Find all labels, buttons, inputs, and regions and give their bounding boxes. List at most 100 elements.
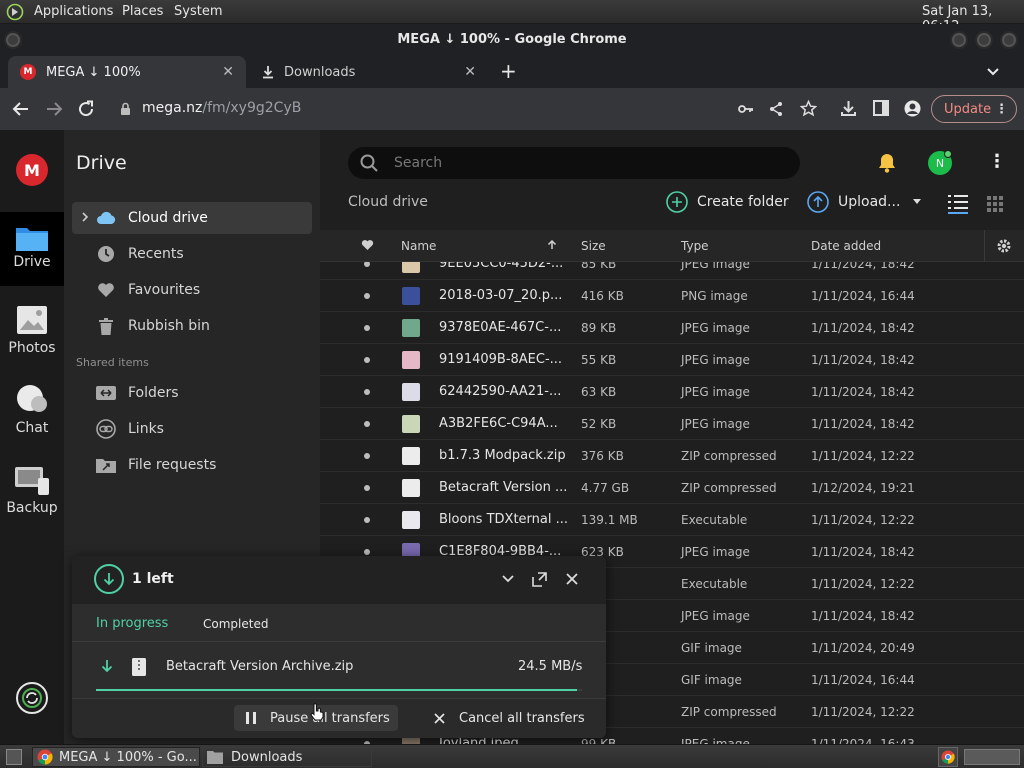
close-icon[interactable]	[566, 573, 578, 585]
rail-item-drive[interactable]: Drive	[0, 212, 64, 286]
sidebar-item-recents[interactable]: Recents	[72, 238, 312, 270]
sidebar-item-folders[interactable]: Folders	[72, 377, 312, 409]
sidebar-item-file-requests[interactable]: File requests	[72, 449, 312, 481]
taskbar-item-chrome[interactable]: MEGA ↓ 100% - Go...	[32, 747, 200, 767]
row-dot-icon[interactable]	[364, 453, 370, 459]
sidebar-item-rubbish-bin[interactable]: Rubbish bin	[72, 310, 312, 342]
upload-button[interactable]: Upload...	[807, 191, 922, 213]
notifications-bell-icon[interactable]	[878, 153, 896, 173]
file-date: 1/11/2024, 12:22	[811, 449, 915, 463]
column-name[interactable]: Name	[401, 239, 436, 253]
rail-item-backup[interactable]: Backup	[0, 458, 64, 532]
sort-ascending-icon[interactable]	[547, 240, 557, 250]
address-bar[interactable]: mega.nz/fm/xy9g2CyB	[106, 94, 924, 124]
cancel-all-transfers-button[interactable]: Cancel all transfers	[434, 705, 585, 731]
chevron-right-icon[interactable]	[81, 211, 89, 223]
maximize-button[interactable]	[975, 31, 993, 49]
table-row[interactable]: 62442590-AA21-... 63 KB JPEG image 1/11/202…	[320, 376, 1024, 408]
table-row[interactable]: 9378E0AE-467C-... 89 KB JPEG image 1/11/202…	[320, 312, 1024, 344]
sidebar-item-cloud-drive[interactable]: Cloud drive	[72, 202, 312, 234]
update-button[interactable]: Update ⋮	[931, 95, 1017, 123]
show-desktop-icon[interactable]	[6, 749, 22, 765]
row-dot-icon[interactable]	[364, 485, 370, 491]
column-date[interactable]: Date added	[811, 239, 881, 253]
list-view-icon[interactable]	[948, 194, 968, 214]
grid-view-icon[interactable]	[987, 196, 1003, 212]
tab-close-icon[interactable]: ✕	[222, 64, 234, 80]
row-dot-icon[interactable]	[364, 262, 370, 267]
app-rail: M Drive Photos Chat Backup	[0, 130, 64, 744]
profile-avatar-icon[interactable]	[904, 100, 921, 117]
tab-close-icon[interactable]: ✕	[464, 64, 476, 80]
table-row[interactable]: Betacraft Version ... 4.77 GB ZIP compress…	[320, 472, 1024, 504]
bookmark-star-icon[interactable]	[800, 100, 817, 117]
photos-icon	[15, 304, 49, 336]
places-menu[interactable]: Places	[122, 4, 163, 19]
system-menu[interactable]: System	[174, 4, 222, 19]
rail-item-photos[interactable]: Photos	[0, 298, 64, 372]
table-row[interactable]: b1.7.3 Modpack.zip 376 KB ZIP compressed 1/…	[320, 440, 1024, 472]
sidebar-item-favourites[interactable]: Favourites	[72, 274, 312, 306]
search-input[interactable]: Search	[348, 147, 800, 179]
table-row[interactable]: Bloons TDXternal ... 139.1 MB Executable 1/…	[320, 504, 1024, 536]
column-type[interactable]: Type	[681, 239, 709, 253]
file-date: 1/11/2024, 12:22	[811, 513, 915, 527]
row-dot-icon[interactable]	[364, 549, 370, 555]
rail-label: Photos	[8, 340, 56, 356]
tab-label: Downloads	[284, 64, 356, 80]
breadcrumb[interactable]: Cloud drive	[348, 194, 428, 210]
more-options-icon[interactable]: ⋮	[988, 152, 1006, 172]
mega-logo-icon[interactable]: M	[16, 154, 48, 186]
expand-icon[interactable]	[532, 572, 547, 587]
row-dot-icon[interactable]	[364, 325, 370, 331]
transfer-item[interactable]: Betacraft Version Archive.zip 24.5 MB/s	[72, 642, 606, 698]
tab-downloads[interactable]: Downloads ✕	[250, 56, 488, 88]
taskbar-item-downloads[interactable]: Downloads	[202, 747, 372, 767]
file-type: ZIP compressed	[681, 705, 777, 719]
new-tab-button[interactable]: +	[500, 61, 517, 81]
tab-mega[interactable]: M MEGA ↓ 100% ✕	[8, 56, 246, 88]
row-dot-icon[interactable]	[364, 421, 370, 427]
downloads-icon[interactable]	[840, 100, 857, 117]
minimize-button[interactable]	[950, 31, 968, 49]
table-row[interactable]: A3B2FE6C-C94A... 52 KB JPEG image 1/11/2024…	[320, 408, 1024, 440]
file-date: 1/12/2024, 19:21	[811, 481, 915, 495]
sync-status-icon[interactable]	[16, 682, 48, 714]
favourite-column-heart-icon[interactable]	[361, 239, 374, 251]
side-panel-icon[interactable]	[873, 100, 889, 116]
reload-icon[interactable]	[77, 100, 95, 118]
row-dot-icon[interactable]	[364, 293, 370, 299]
transfer-progress-fill	[96, 689, 578, 691]
tab-in-progress[interactable]: In progress	[96, 616, 168, 631]
workspace-switcher[interactable]	[964, 749, 1020, 765]
sidebar-item-links[interactable]: Links	[72, 413, 312, 445]
chevron-down-icon[interactable]	[502, 574, 514, 584]
forward-arrow-icon[interactable]	[45, 100, 63, 118]
create-folder-button[interactable]: Create folder	[666, 191, 789, 213]
tab-completed[interactable]: Completed	[203, 617, 268, 631]
key-icon[interactable]	[738, 102, 754, 116]
browser-toolbar: mega.nz/fm/xy9g2CyB Update ⋮	[0, 88, 1024, 130]
table-row[interactable]: 2018-03-07_20.p... 416 KB PNG image 1/11/20…	[320, 280, 1024, 312]
back-arrow-icon[interactable]	[12, 100, 30, 118]
close-window-button[interactable]	[1000, 31, 1018, 49]
workspace-chrome-icon[interactable]	[938, 747, 958, 767]
file-date: 1/11/2024, 16:43	[811, 737, 915, 744]
column-size[interactable]: Size	[581, 239, 606, 253]
lock-icon[interactable]	[120, 102, 131, 116]
table-row[interactable]: 9ΕE05CC0-45D2-... 85 KB JPEG image 1/11/202…	[320, 262, 1024, 280]
share-icon[interactable]	[768, 101, 784, 117]
row-dot-icon[interactable]	[364, 389, 370, 395]
applications-menu[interactable]: Applications	[34, 4, 113, 19]
row-dot-icon[interactable]	[364, 517, 370, 523]
upload-circle-icon	[807, 191, 829, 213]
file-name: 9191409B-8AEC-...	[439, 352, 563, 367]
table-row[interactable]: 9191409B-8AEC-... 55 KB JPEG image 1/11/202…	[320, 344, 1024, 376]
gnome-foot-icon[interactable]	[6, 3, 24, 21]
file-date: 1/11/2024, 18:42	[811, 262, 915, 271]
row-dot-icon[interactable]	[364, 357, 370, 363]
tab-search-chevron-icon[interactable]	[986, 64, 1000, 78]
column-settings-gear-icon[interactable]	[984, 230, 1024, 262]
taskbar-item-label: Downloads	[231, 749, 303, 765]
rail-item-chat[interactable]: Chat	[0, 378, 64, 452]
